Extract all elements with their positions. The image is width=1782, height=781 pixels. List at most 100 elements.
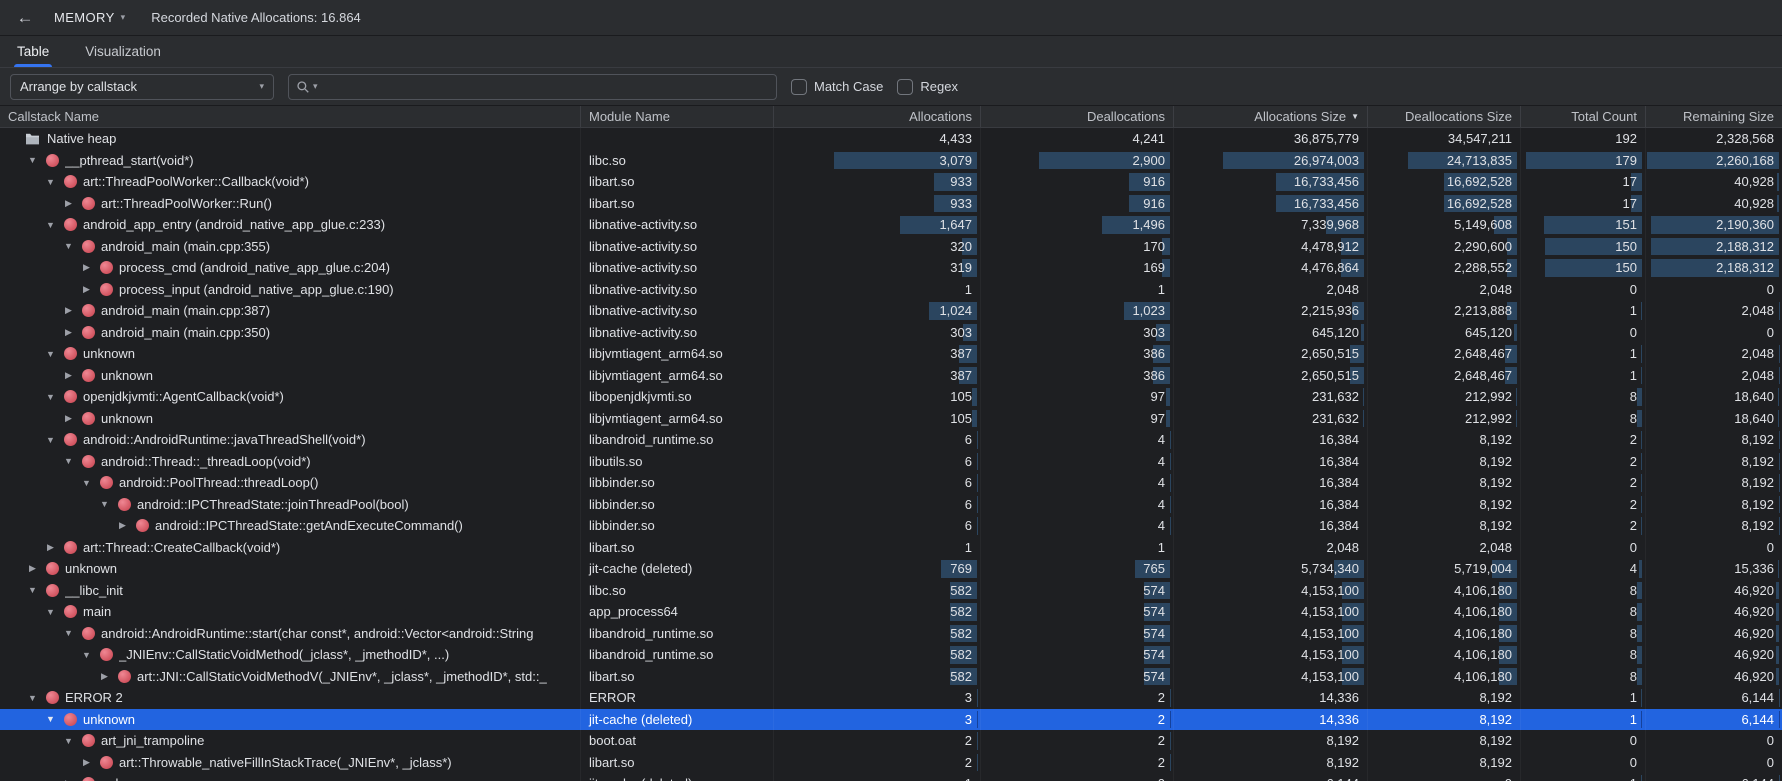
callstack-cell: ▼android::IPCThreadState::joinThreadPool… [0,494,580,516]
table-row[interactable]: ▶unknownlibjvmtiagent_arm64.so3873862,65… [0,365,1782,387]
collapse-arrow-icon[interactable]: ▼ [43,607,58,617]
remaining-size-cell: 2,188,312 [1645,236,1782,258]
allocations-cell: 1 [773,773,980,781]
expand-arrow-icon[interactable]: ▶ [79,284,94,295]
collapse-arrow-icon[interactable]: ▼ [43,349,58,359]
column-header-module-name[interactable]: Module Name [580,106,773,127]
deallocations-size-cell: 0 [1367,773,1520,781]
collapse-arrow-icon[interactable]: ▼ [61,456,76,466]
total-count-cell: 8 [1520,408,1645,430]
table-row[interactable]: ▼art::ThreadPoolWorker::Callback(void*)l… [0,171,1782,193]
table-row[interactable]: ▶art::Throwable_nativeFillInStackTrace(_… [0,752,1782,774]
collapse-arrow-icon[interactable]: ▼ [61,241,76,251]
allocations-size-cell: 2,650,515 [1173,365,1367,387]
table-row[interactable]: ▶unknownjit-cache (deleted)7697655,734,3… [0,558,1782,580]
table-row[interactable]: ▶process_input (android_native_app_glue.… [0,279,1782,301]
allocations-size-cell: 16,733,456 [1173,193,1367,215]
collapse-arrow-icon[interactable]: ▼ [43,220,58,230]
collapse-arrow-icon[interactable]: ▼ [43,177,58,187]
expand-arrow-icon[interactable]: ▶ [61,198,76,209]
collapse-arrow-icon[interactable]: ▼ [97,499,112,509]
memory-session-dropdown[interactable]: MEMORY ▾ [48,7,131,28]
collapse-arrow-icon[interactable]: ▼ [43,714,58,724]
column-header-deallocations-size[interactable]: Deallocations Size [1367,106,1520,127]
total-count-value: 0 [1630,325,1637,340]
collapse-arrow-icon[interactable]: ▼ [61,736,76,746]
back-button[interactable]: ← [12,5,38,31]
column-header-allocations-size[interactable]: Allocations Size▼ [1173,106,1367,127]
remaining-size-value: 8,192 [1741,432,1774,447]
collapse-arrow-icon[interactable]: ▼ [79,650,94,660]
table-row[interactable]: ▼android::AndroidRuntime::javaThreadShel… [0,429,1782,451]
regex-checkbox[interactable]: Regex [897,79,958,95]
collapse-arrow-icon[interactable]: ▼ [25,585,40,595]
table-row[interactable]: ▼art_jni_trampolineboot.oat228,1928,1920… [0,730,1782,752]
table-row[interactable]: ▼mainapp_process645825744,153,1004,106,1… [0,601,1782,623]
total-count-value: 8 [1630,647,1637,662]
table-row[interactable]: ▼android_app_entry (android_native_app_g… [0,214,1782,236]
expand-arrow-icon[interactable]: ▶ [43,542,58,553]
table-row[interactable]: ▶art::Thread::CreateCallback(void*)libar… [0,537,1782,559]
match-case-checkbox[interactable]: Match Case [791,79,883,95]
deallocations-value: 916 [1143,196,1165,211]
collapse-arrow-icon[interactable]: ▼ [61,628,76,638]
deallocations-size-cell: 4,106,180 [1367,623,1520,645]
collapse-arrow-icon[interactable]: ▼ [43,435,58,445]
total-count-value: 0 [1630,540,1637,555]
deallocations-size-value: 645,120 [1465,325,1512,340]
table-row[interactable]: ▼unknownlibjvmtiagent_arm64.so3873862,65… [0,343,1782,365]
allocations-table-body[interactable]: Native heap4,4334,24136,875,77934,547,21… [0,128,1782,781]
table-row[interactable]: ▼unknownjit-cache (deleted)3214,3368,192… [0,709,1782,731]
table-row[interactable]: ▶android::IPCThreadState::getAndExecuteC… [0,515,1782,537]
table-row[interactable]: ▶android_main (main.cpp:350)libnative-ac… [0,322,1782,344]
collapse-arrow-icon[interactable]: ▼ [25,155,40,165]
module-name-cell: libandroid_runtime.so [580,623,773,645]
table-row[interactable]: ▼__libc_initlibc.so5825744,153,1004,106,… [0,580,1782,602]
table-row[interactable]: ▶art::ThreadPoolWorker::Run()libart.so93… [0,193,1782,215]
table-row[interactable]: ▼__pthread_start(void*)libc.so3,0792,900… [0,150,1782,172]
table-row[interactable]: ▶unknownlibjvmtiagent_arm64.so10597231,6… [0,408,1782,430]
search-input[interactable] [321,79,769,94]
table-row[interactable]: ▶art::JNI::CallStaticVoidMethodV(_JNIEnv… [0,666,1782,688]
collapse-arrow-icon[interactable]: ▼ [79,478,94,488]
expand-arrow-icon[interactable]: ▶ [25,563,40,574]
table-row[interactable]: ▼android::AndroidRuntime::start(char con… [0,623,1782,645]
collapse-arrow-icon[interactable]: ▼ [43,392,58,402]
module-name-cell: libandroid_runtime.so [580,429,773,451]
search-field[interactable]: ▾ [288,74,777,100]
tab-visualization[interactable]: Visualization [78,36,168,67]
expand-arrow-icon[interactable]: ▶ [79,757,94,768]
allocations-cell: 6 [773,451,980,473]
arrange-by-dropdown[interactable]: Arrange by callstack ▾ [10,74,274,100]
table-row[interactable]: ▼android_main (main.cpp:355)libnative-ac… [0,236,1782,258]
table-row[interactable]: ▼android::IPCThreadState::joinThreadPool… [0,494,1782,516]
column-header-allocations[interactable]: Allocations [773,106,980,127]
total-count-cell: 2 [1520,472,1645,494]
allocations-value: 3 [965,690,972,705]
expand-arrow-icon[interactable]: ▶ [61,413,76,424]
expand-arrow-icon[interactable]: ▶ [79,262,94,273]
table-row[interactable]: ▼android::Thread::_threadLoop(void*)libu… [0,451,1782,473]
module-name-cell: libart.so [580,193,773,215]
column-header-callstack-name[interactable]: Callstack Name [0,106,580,127]
tab-table[interactable]: Table [10,36,56,67]
column-header-remaining-size[interactable]: Remaining Size [1645,106,1782,127]
table-row[interactable]: ▶unknownjit-cache (deleted)106,144016,14… [0,773,1782,781]
expand-arrow-icon[interactable]: ▶ [115,520,130,531]
callstack-name: process_cmd (android_native_app_glue.c:2… [119,260,390,275]
table-row[interactable]: ▶android_main (main.cpp:387)libnative-ac… [0,300,1782,322]
column-header-deallocations[interactable]: Deallocations [980,106,1173,127]
expand-arrow-icon[interactable]: ▶ [61,305,76,316]
expand-arrow-icon[interactable]: ▶ [97,671,112,682]
expand-arrow-icon[interactable]: ▶ [61,327,76,338]
table-row[interactable]: ▼android::PoolThread::threadLoop()libbin… [0,472,1782,494]
table-row[interactable]: ▶ process_cmd (android_native_app_glue.c:… [0,257,1782,279]
collapse-arrow-icon[interactable]: ▼ [25,693,40,703]
expand-arrow-icon[interactable]: ▶ [61,370,76,381]
method-icon [100,476,113,489]
table-row[interactable]: ▼openjdkjvmti::AgentCallback(void*)libop… [0,386,1782,408]
table-row[interactable]: ▼ERROR 2ERROR3214,3368,19216,144 [0,687,1782,709]
column-header-total-count[interactable]: Total Count [1520,106,1645,127]
table-row[interactable]: Native heap4,4334,24136,875,77934,547,21… [0,128,1782,150]
table-row[interactable]: ▼_JNIEnv::CallStaticVoidMethod(_jclass*,… [0,644,1782,666]
